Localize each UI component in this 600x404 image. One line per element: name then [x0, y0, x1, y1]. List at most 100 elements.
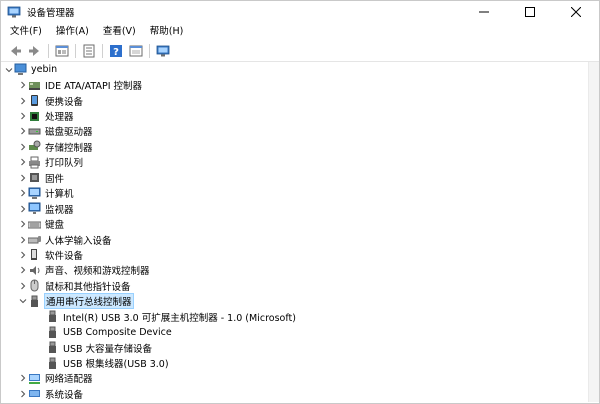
tree-category-node[interactable]: 便携设备 — [0, 93, 588, 108]
tree-device-node[interactable]: Intel(R) USB 3.0 可扩展主机控制器 - 1.0 (Microso… — [0, 309, 588, 324]
chevron-right-icon[interactable] — [19, 81, 27, 89]
tree-category-node[interactable]: 存储控制器 — [0, 139, 588, 154]
tree-category-node[interactable]: 打印队列 — [0, 155, 588, 170]
scan-hardware-button[interactable] — [155, 43, 171, 59]
menu-help[interactable]: 帮助(H) — [143, 23, 191, 41]
tree-node-label: 存储控制器 — [45, 142, 93, 154]
expander[interactable] — [18, 235, 28, 245]
tree-category-node[interactable]: 网络适配器 — [0, 371, 588, 386]
help-button[interactable]: ? — [108, 43, 124, 59]
chevron-right-icon[interactable] — [19, 158, 27, 166]
tree-category-node[interactable]: 系统设备 — [0, 386, 588, 401]
chevron-right-icon[interactable] — [19, 251, 27, 259]
expander[interactable] — [18, 373, 28, 383]
expander[interactable] — [18, 296, 28, 306]
chevron-right-icon[interactable] — [19, 97, 27, 105]
expander — [36, 312, 46, 322]
tree-node-label: 网络适配器 — [45, 374, 93, 386]
expander[interactable] — [18, 219, 28, 229]
expander[interactable] — [18, 126, 28, 136]
chevron-right-icon[interactable] — [19, 220, 27, 228]
maximize-button[interactable] — [507, 1, 553, 23]
menu-file[interactable]: 文件(F) — [3, 23, 49, 41]
expander[interactable] — [18, 204, 28, 214]
computer-icon — [28, 187, 41, 200]
tree-node-label: 磁盘驱动器 — [45, 127, 93, 139]
chevron-down-icon[interactable] — [19, 297, 27, 305]
network-adapter-icon — [28, 372, 41, 385]
details-button[interactable] — [128, 43, 144, 59]
expander[interactable] — [18, 188, 28, 198]
chevron-right-icon[interactable] — [19, 189, 27, 197]
title-bar: 设备管理器 — [1, 1, 599, 23]
tree-category-node[interactable]: 计算机 — [0, 186, 588, 201]
usb-device-icon — [46, 341, 59, 354]
expander[interactable] — [18, 173, 28, 183]
chevron-right-icon[interactable] — [19, 266, 27, 274]
hid-icon — [28, 233, 41, 246]
toolbar-separator — [48, 44, 49, 58]
tree-category-node[interactable]: 固件 — [0, 170, 588, 185]
expander[interactable] — [18, 250, 28, 260]
chevron-right-icon[interactable] — [19, 112, 27, 120]
expander[interactable] — [4, 65, 14, 75]
system-device-icon — [28, 387, 41, 400]
list-button[interactable] — [81, 43, 97, 59]
chevron-right-icon[interactable] — [19, 390, 27, 398]
chevron-right-icon[interactable] — [19, 174, 27, 182]
tree-category-node[interactable]: IDE ATA/ATAPI 控制器 — [0, 77, 588, 92]
chevron-right-icon[interactable] — [19, 236, 27, 244]
tree-category-node[interactable]: 人体学输入设备 — [0, 232, 588, 247]
sound-icon — [28, 264, 41, 277]
properties-icon — [55, 45, 69, 57]
tree-category-node[interactable]: 通用串行总线控制器 — [0, 293, 588, 310]
expander[interactable] — [18, 142, 28, 152]
toolbar-separator — [75, 44, 76, 58]
maximize-icon — [525, 7, 535, 17]
tree-category-node[interactable]: 磁盘驱动器 — [0, 124, 588, 139]
tree-node-label: Intel(R) USB 3.0 可扩展主机控制器 - 1.0 (Microso… — [63, 312, 296, 324]
minimize-icon — [479, 11, 489, 13]
tree-node-label: USB 根集线器(USB 3.0) — [63, 359, 169, 371]
expander[interactable] — [18, 157, 28, 167]
details-icon — [129, 45, 143, 57]
back-icon — [11, 46, 21, 56]
expander[interactable] — [18, 96, 28, 106]
monitor-icon — [28, 202, 41, 215]
tree-category-node[interactable]: 处理器 — [0, 108, 588, 123]
forward-button[interactable] — [27, 43, 43, 59]
expander[interactable] — [18, 265, 28, 275]
tree-category-node[interactable]: 监视器 — [0, 201, 588, 216]
expander[interactable] — [18, 281, 28, 291]
back-button[interactable] — [7, 43, 23, 59]
tree-node-label: 声音、视频和游戏控制器 — [45, 266, 150, 278]
minimize-button[interactable] — [461, 1, 507, 23]
expander[interactable] — [18, 80, 28, 90]
tree-device-node[interactable]: USB 大容量存储设备 — [0, 340, 588, 355]
printer-icon — [28, 156, 41, 169]
menu-view[interactable]: 查看(V) — [96, 23, 143, 41]
tree-category-node[interactable]: 软件设备 — [0, 247, 588, 262]
expander[interactable] — [18, 111, 28, 121]
chevron-right-icon[interactable] — [19, 374, 27, 382]
tree-category-node[interactable]: 声音、视频和游戏控制器 — [0, 263, 588, 278]
properties-button[interactable] — [54, 43, 70, 59]
chevron-right-icon[interactable] — [19, 205, 27, 213]
expander[interactable] — [18, 389, 28, 399]
tree-node-label: 系统设备 — [45, 389, 84, 401]
chevron-right-icon[interactable] — [19, 143, 27, 151]
vertical-scrollbar[interactable] — [588, 62, 599, 402]
tree-root-node[interactable]: yebin — [0, 62, 588, 77]
tree-device-node[interactable]: USB 根集线器(USB 3.0) — [0, 355, 588, 370]
chevron-down-icon[interactable] — [5, 66, 13, 74]
svg-text:?: ? — [113, 47, 119, 58]
chevron-right-icon[interactable] — [19, 282, 27, 290]
tree-node-label: 人体学输入设备 — [45, 235, 112, 247]
tree-device-node[interactable]: USB Composite Device — [0, 324, 588, 339]
tree-category-node[interactable]: 键盘 — [0, 216, 588, 231]
close-button[interactable] — [553, 1, 599, 23]
menu-action[interactable]: 操作(A) — [49, 23, 96, 41]
tree-node-label: 软件设备 — [45, 250, 84, 262]
chevron-right-icon[interactable] — [19, 127, 27, 135]
tree-category-node[interactable]: 鼠标和其他指针设备 — [0, 278, 588, 293]
